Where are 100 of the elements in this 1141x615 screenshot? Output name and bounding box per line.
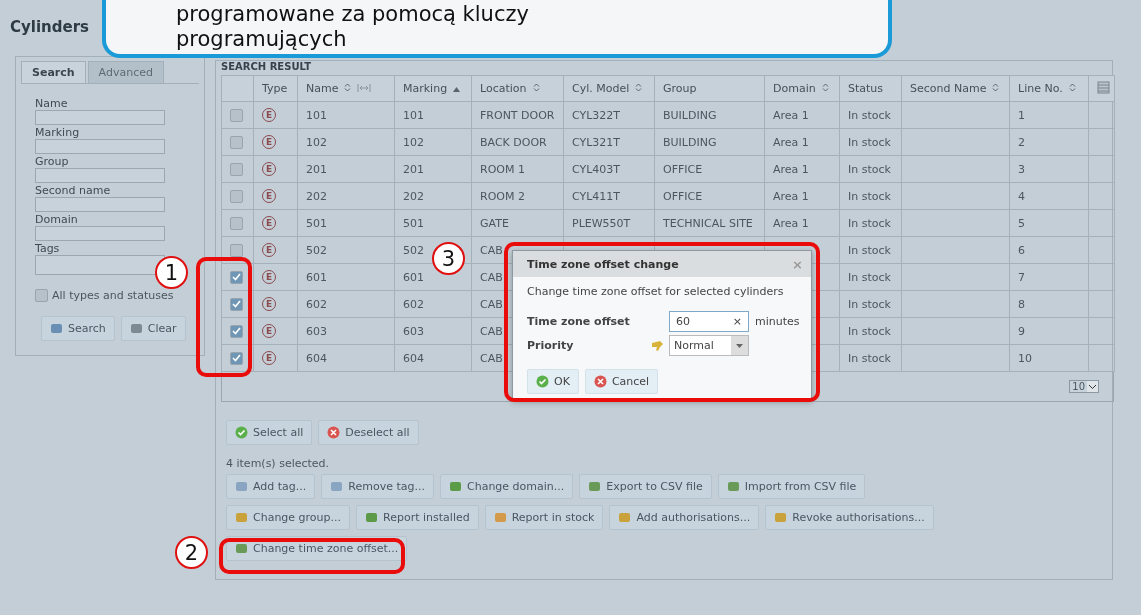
select-all-button[interactable]: Select all	[226, 420, 313, 445]
table-cell: In stock	[848, 270, 891, 284]
table-cell: 602	[306, 297, 327, 311]
table-cell: CAB	[480, 324, 503, 338]
clear-button[interactable]: Clear	[120, 316, 186, 341]
section-title: SEARCH RESULT	[221, 61, 313, 74]
column-header[interactable]: Second Name	[901, 75, 1010, 102]
table-cell: 102	[403, 135, 424, 149]
priority-select[interactable]: Normal	[669, 335, 749, 356]
table-cell: TECHNICAL SITE	[663, 216, 753, 230]
table-cell: 501	[403, 216, 424, 230]
checkbox[interactable]	[35, 289, 48, 302]
table-cell: ROOM 1	[480, 162, 525, 176]
table-cell: FRONT DOOR	[480, 108, 555, 122]
tab[interactable]: Advanced	[87, 61, 164, 83]
action-button[interactable]: Report installed	[356, 505, 479, 530]
input-field[interactable]	[35, 255, 165, 275]
table-cell: 7	[1018, 270, 1025, 284]
input-field[interactable]	[35, 139, 165, 154]
table-cell: Area 1	[773, 162, 809, 176]
table-cell: 601	[306, 270, 327, 284]
column-header[interactable]: Domain	[764, 75, 840, 102]
column-header[interactable]: Cyl. Model	[563, 75, 655, 102]
table-cell: CAB	[480, 351, 503, 365]
clear-icon[interactable]: ×	[732, 315, 742, 328]
table-cell: 1	[1018, 108, 1025, 122]
checkbox[interactable]	[230, 270, 243, 284]
table-cell: 603	[306, 324, 327, 338]
cancel-button[interactable]: Cancel	[584, 369, 659, 394]
table-cell: 6	[1018, 243, 1025, 257]
page-size-select[interactable]: 10	[1069, 380, 1099, 393]
action-button[interactable]: Add authorisations...	[609, 505, 760, 530]
table-cell: 101	[306, 108, 327, 122]
input-field[interactable]: 60 ×	[669, 311, 749, 332]
table-cell: Area 1	[773, 108, 809, 122]
checkbox[interactable]	[230, 297, 243, 311]
checkbox[interactable]	[230, 216, 243, 230]
table-cell: CAB	[480, 270, 503, 284]
tab[interactable]: Search	[21, 61, 86, 83]
checkbox[interactable]	[230, 324, 243, 338]
column-header[interactable]: Name	[297, 75, 395, 102]
table-cell: In stock	[848, 324, 891, 338]
checkbox[interactable]	[230, 108, 243, 122]
table-cell: In stock	[848, 351, 891, 365]
table-cell: CYL322T	[572, 108, 621, 122]
table-cell: In stock	[848, 216, 891, 230]
columns-icon[interactable]	[1097, 80, 1110, 94]
checkbox[interactable]	[230, 243, 243, 257]
field-label: Priority	[527, 339, 575, 352]
table-cell: 3	[1018, 162, 1025, 176]
field-label: Domain	[35, 213, 79, 226]
table-cell: 501	[306, 216, 327, 230]
table-cell: In stock	[848, 243, 891, 257]
table-cell: BACK DOOR	[480, 135, 547, 149]
checkbox[interactable]	[230, 189, 243, 203]
input-field[interactable]	[35, 197, 165, 212]
step-number: 3	[432, 242, 465, 275]
table-cell: ROOM 2	[480, 189, 525, 203]
table-cell: 201	[403, 162, 424, 176]
action-button[interactable]: Revoke authorisations...	[765, 505, 934, 530]
table-cell: OFFICE	[663, 189, 703, 203]
input-field[interactable]	[35, 110, 165, 125]
field-label: Tags	[35, 242, 61, 255]
table-cell: In stock	[848, 297, 891, 311]
table-cell: In stock	[848, 162, 891, 176]
checkbox[interactable]	[230, 351, 243, 365]
table-cell: CAB	[480, 243, 503, 257]
deselect-all-button[interactable]: Deselect all	[318, 420, 419, 445]
table-cell: 602	[403, 297, 424, 311]
action-button[interactable]: Change group...	[226, 505, 351, 530]
callout-text: programowane za pomocą kluczy	[176, 2, 529, 27]
input-field[interactable]	[35, 226, 165, 241]
field-label: Marking	[35, 126, 81, 139]
table-cell: 101	[403, 108, 424, 122]
ok-button[interactable]: OK	[527, 369, 579, 394]
action-button[interactable]: Export to CSV file	[579, 474, 712, 499]
close-icon	[593, 375, 607, 388]
table-cell: Area 1	[773, 216, 809, 230]
action-button[interactable]: Import from CSV file	[717, 474, 866, 499]
checkbox[interactable]	[230, 162, 243, 176]
search-button[interactable]: Search	[41, 316, 115, 341]
table-cell: 8	[1018, 297, 1025, 311]
table-cell: CYL411T	[572, 189, 621, 203]
input-field[interactable]	[35, 168, 165, 183]
field-label: Group	[35, 155, 70, 168]
checkbox[interactable]	[230, 135, 243, 149]
page-title: Cylinders	[10, 17, 89, 38]
table-cell: 603	[403, 324, 424, 338]
action-button[interactable]: Add tag...	[226, 474, 316, 499]
column-header[interactable]: Marking	[394, 75, 472, 102]
table-cell: In stock	[848, 189, 891, 203]
column-header[interactable]: Line No.	[1009, 75, 1089, 102]
action-button[interactable]: Report in stock	[484, 505, 604, 530]
action-button[interactable]: Remove tag...	[321, 474, 434, 499]
action-button[interactable]: Change domain...	[440, 474, 574, 499]
table-cell: 601	[403, 270, 424, 284]
column-header[interactable]: Location	[471, 75, 564, 102]
table-cell: 604	[403, 351, 424, 365]
table-cell: BUILDING	[663, 135, 717, 149]
check-icon	[536, 375, 549, 388]
